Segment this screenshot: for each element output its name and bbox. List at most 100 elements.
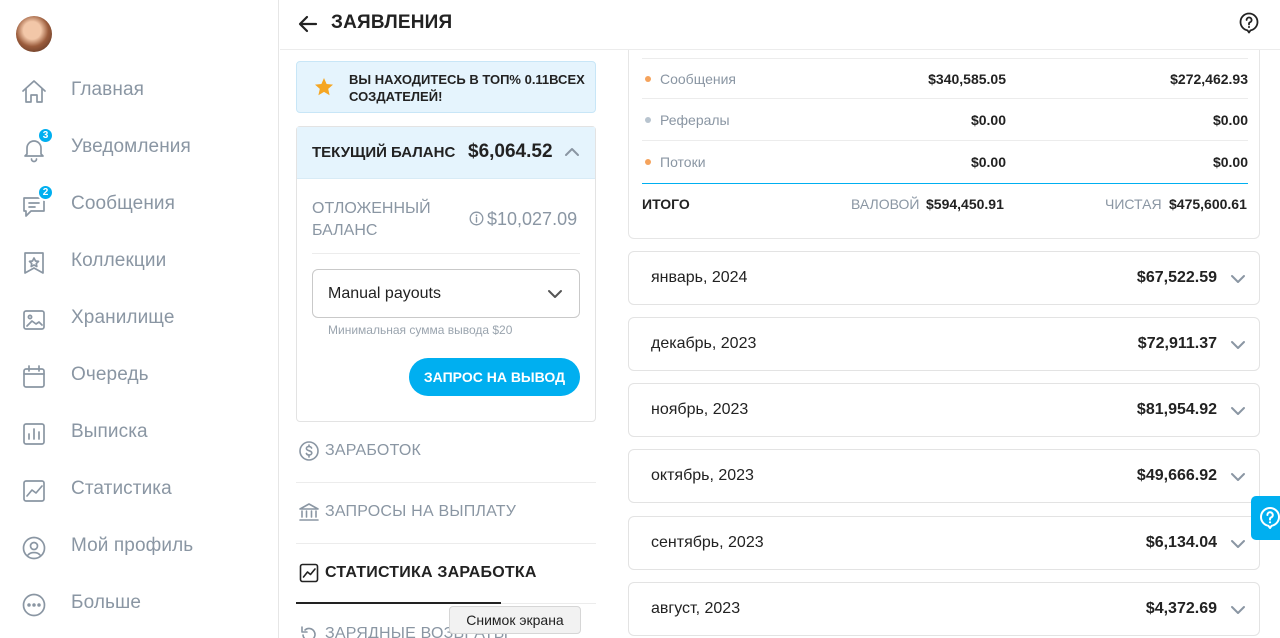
sidebar-item-notifications[interactable]: 3 Уведомления (0, 123, 278, 173)
sidebar-item-queue[interactable]: Очередь (0, 351, 278, 401)
chevron-down-icon (546, 285, 564, 303)
summary-row-net: $0.00 (1212, 154, 1248, 170)
month-name: ноябрь, 2023 (651, 401, 749, 418)
sidebar-item-profile[interactable]: Мой профиль (0, 522, 278, 572)
avatar[interactable] (16, 16, 52, 52)
top-banner-text: ВЫ НАХОДИТЕСЬ В ТОП% 0.11ВСЕХ СОЗДАТЕЛЕЙ… (349, 72, 585, 104)
series-dot (645, 76, 651, 82)
chevron-down-icon (1229, 535, 1247, 553)
section-payout-requests[interactable]: ЗАПРОСЫ НА ВЫПЛАТУ (296, 483, 596, 543)
month-row[interactable]: октябрь, 2023 $49,666.92 (628, 449, 1260, 503)
chevron-down-icon (1229, 468, 1247, 486)
month-row[interactable]: ноябрь, 2023 $81,954.92 (628, 383, 1260, 437)
sidebar-item-vault[interactable]: Хранилище (0, 294, 278, 344)
sidebar-item-home[interactable]: Главная (0, 66, 278, 116)
current-balance-label: ТЕКУЩИЙ БАЛАНС (312, 144, 456, 161)
info-icon[interactable] (469, 211, 484, 226)
minimum-withdrawal-note: Минимальная сумма вывода $20 (328, 323, 513, 337)
refund-icon (298, 623, 320, 638)
back-arrow-icon[interactable] (296, 12, 320, 36)
sidebar-item-statements[interactable]: Выписка (0, 408, 278, 458)
bank-icon (298, 501, 320, 523)
section-payout-requests-label: ЗАПРОСЫ НА ВЫПЛАТУ (325, 503, 517, 520)
month-value: $6,134.04 (1145, 534, 1217, 551)
month-value: $81,954.92 (1136, 401, 1217, 418)
statistics-icon (20, 477, 48, 505)
summary-row-gross: $340,585.05 (928, 71, 1006, 87)
section-earnings[interactable]: ЗАРАБОТОК (296, 422, 596, 482)
summary-row: Рефералы $0.00 $0.00 (642, 100, 1248, 141)
month-row[interactable]: август, 2023 $4,372.69 (628, 582, 1260, 636)
sidebar-item-statistics[interactable]: Статистика (0, 465, 278, 515)
help-icon[interactable] (1237, 11, 1261, 35)
sidebar-item-label: Больше (71, 592, 142, 613)
month-value: $67,522.59 (1136, 269, 1217, 286)
chevron-down-icon (1229, 270, 1247, 288)
sidebar-item-label: Коллекции (71, 250, 167, 271)
month-value: $49,666.92 (1136, 467, 1217, 484)
collections-icon (20, 249, 48, 277)
calendar-icon (20, 363, 48, 391)
divider (312, 253, 580, 254)
sidebar-item-label: Статистика (71, 478, 172, 499)
active-tab-indicator (296, 602, 501, 604)
summary-row: Потоки $0.00 $0.00 (642, 142, 1248, 183)
chevron-up-icon[interactable] (563, 143, 581, 161)
help-icon (1260, 507, 1280, 529)
star-icon (313, 76, 335, 98)
pending-balance-value: $10,027.09 (487, 209, 578, 229)
sidebar-item-label: Уведомления (71, 136, 191, 157)
payout-mode-select[interactable]: Manual payouts (312, 269, 580, 318)
chevron-down-icon (1229, 601, 1247, 619)
floating-help-button[interactable] (1251, 496, 1280, 540)
dollar-circle-icon (298, 440, 320, 462)
profile-icon (20, 534, 48, 562)
chevron-down-icon (1229, 402, 1247, 420)
notification-badge: 3 (37, 127, 54, 144)
month-row[interactable]: январь, 2024 $67,522.59 (628, 251, 1260, 305)
home-icon (20, 78, 48, 106)
section-earnings-stats-label: СТАТИСТИКА ЗАРАБОТКА (325, 564, 537, 581)
summary-row-gross: $0.00 (970, 154, 1006, 170)
sidebar-item-messages[interactable]: 2 Сообщения (0, 180, 278, 230)
gross-label: ВАЛОВОЙ (851, 196, 920, 212)
section-earnings-label: ЗАРАБОТОК (325, 442, 421, 459)
month-row[interactable]: сентябрь, 2023 $6,134.04 (628, 516, 1260, 570)
total-divider (642, 183, 1248, 184)
vault-icon (20, 306, 48, 334)
message-badge: 2 (37, 184, 54, 201)
sidebar-item-more[interactable]: Больше (0, 579, 278, 629)
month-name: сентябрь, 2023 (651, 534, 764, 551)
sidebar: Главная 3 Уведомления 2 Сообщения Коллек… (0, 0, 279, 638)
summary-row: Сообщения $340,585.05 $272,462.93 (642, 58, 1248, 99)
summary-row-name: Сообщения (660, 71, 736, 87)
series-dot (645, 159, 651, 165)
net-label: ЧИСТАЯ (1105, 196, 1162, 212)
series-dot (645, 117, 651, 123)
month-name: август, 2023 (651, 600, 741, 617)
earnings-summary-card: Сообщения $340,585.05 $272,462.93 Рефера… (628, 50, 1260, 239)
month-name: декабрь, 2023 (651, 335, 757, 352)
month-row[interactable]: декабрь, 2023 $72,911.37 (628, 317, 1260, 371)
net-total: $475,600.61 (1169, 196, 1247, 212)
current-balance-value: $6,064.52 (468, 141, 553, 162)
top-creator-banner: ВЫ НАХОДИТЕСЬ В ТОП% 0.11ВСЕХ СОЗДАТЕЛЕЙ… (296, 61, 596, 113)
page-header: ЗАЯВЛЕНИЯ (280, 0, 1280, 50)
statements-icon (20, 420, 48, 448)
sidebar-item-collections[interactable]: Коллекции (0, 237, 278, 287)
sidebar-item-label: Хранилище (71, 307, 175, 328)
screenshot-tooltip: Снимок экрана (449, 606, 581, 634)
section-earnings-stats[interactable]: СТАТИСТИКА ЗАРАБОТКА (296, 544, 596, 604)
total-label: ИТОГО (642, 196, 690, 212)
chart-icon (298, 562, 320, 584)
more-icon (20, 591, 48, 619)
summary-row-gross: $0.00 (970, 112, 1006, 128)
month-value: $4,372.69 (1145, 600, 1217, 617)
divider (501, 603, 596, 604)
current-balance-header[interactable]: ТЕКУЩИЙ БАЛАНС $6,064.52 (297, 127, 595, 179)
request-withdrawal-button[interactable]: ЗАПРОС НА ВЫВОД (409, 358, 580, 396)
sidebar-item-label: Выписка (71, 421, 148, 442)
page-title: ЗАЯВЛЕНИЯ (331, 12, 453, 33)
sidebar-item-label: Главная (71, 79, 145, 100)
payout-mode-value: Manual payouts (328, 285, 441, 302)
